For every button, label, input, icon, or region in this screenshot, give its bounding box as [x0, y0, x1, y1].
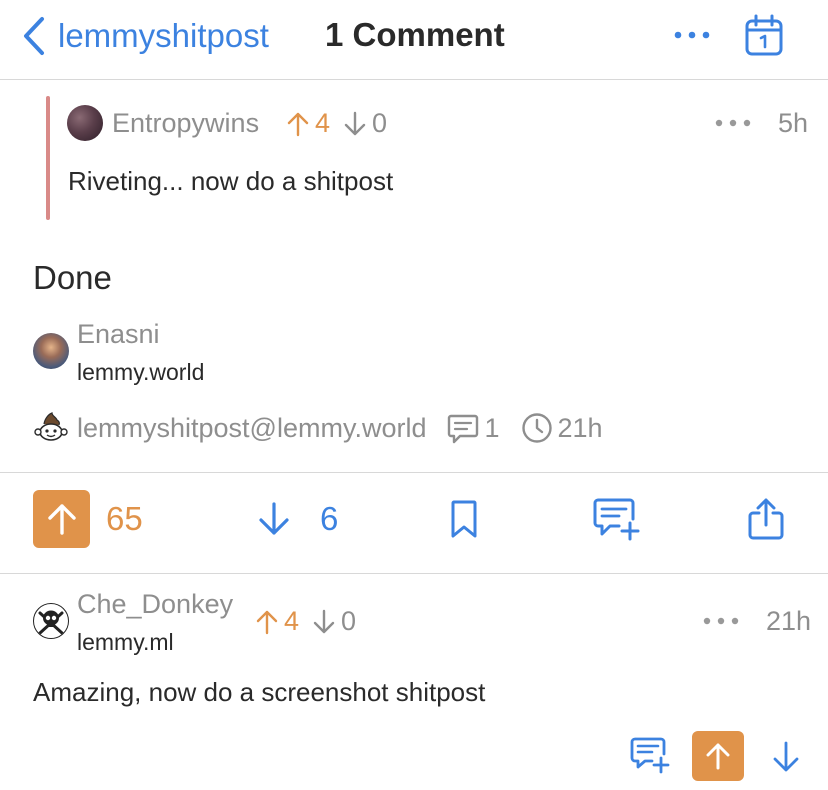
arrow-up-icon	[256, 609, 278, 635]
parent-downvote-count: 0	[372, 108, 388, 138]
comment-instance: lemmy.ml	[77, 629, 174, 655]
share-icon[interactable]	[746, 497, 786, 541]
more-horizontal-icon[interactable]	[702, 614, 740, 628]
arrow-down-icon	[344, 111, 366, 137]
comment-upvote-button[interactable]	[692, 731, 744, 781]
arrow-up-icon	[46, 502, 78, 536]
more-horizontal-icon[interactable]	[672, 20, 712, 50]
avatar[interactable]	[33, 603, 69, 639]
back-button[interactable]: lemmyshitpost	[22, 14, 269, 58]
clock-icon	[520, 411, 554, 445]
comment-downvote-button[interactable]	[770, 740, 802, 774]
reply-icon[interactable]	[592, 497, 640, 543]
community-icon[interactable]	[33, 410, 69, 446]
comment-upvote-count: 4	[284, 606, 300, 636]
parent-comment-time: 5h	[778, 108, 809, 138]
more-horizontal-icon[interactable]	[714, 116, 752, 130]
comment-author[interactable]: Che_Donkey	[77, 589, 233, 620]
calendar-icon[interactable]	[744, 14, 784, 58]
post-author[interactable]: Enasni	[77, 319, 160, 350]
downvote-button[interactable]	[256, 501, 292, 537]
chevron-left-icon	[22, 16, 46, 56]
downvote-count: 6	[320, 500, 339, 537]
avatar[interactable]	[33, 333, 69, 369]
top-nav-bar: lemmyshitpost 1 Comment	[0, 0, 828, 80]
back-label: lemmyshitpost	[58, 17, 269, 54]
quote-bar	[46, 96, 50, 220]
avatar[interactable]	[67, 105, 103, 141]
parent-comment-author[interactable]: Entropywins	[112, 108, 259, 139]
post-meta-row: lemmyshitpost@lemmy.world 1 21h	[33, 408, 623, 448]
community-link[interactable]: lemmyshitpost@lemmy.world	[77, 413, 426, 444]
upvote-count: 65	[106, 500, 143, 537]
comment-votes: 4 0	[256, 606, 356, 637]
reply-icon[interactable]	[630, 736, 670, 776]
comment-icon	[446, 411, 480, 445]
arrow-down-icon	[313, 609, 335, 635]
skull-icon	[38, 610, 64, 635]
bookmark-icon[interactable]	[446, 499, 482, 539]
upvote-button[interactable]	[33, 490, 90, 548]
parent-comment-votes: 4 0	[287, 108, 387, 139]
post-action-bar: 65 6	[0, 472, 828, 574]
arrow-up-icon	[704, 741, 732, 771]
post-age: 21h	[557, 412, 603, 443]
comment-downvote-count: 0	[341, 606, 357, 636]
comment-time: 21h	[766, 606, 812, 636]
parent-comment-text: Riveting... now do a shitpost	[68, 166, 394, 196]
arrow-up-icon	[287, 111, 309, 137]
comment-text: Amazing, now do a screenshot shitpost	[33, 677, 486, 707]
comment-count: 1	[484, 412, 500, 443]
post-body: Done	[33, 259, 112, 296]
parent-upvote-count: 4	[315, 108, 331, 138]
page-title: 1 Comment	[325, 16, 505, 53]
post-instance: lemmy.world	[77, 359, 205, 385]
